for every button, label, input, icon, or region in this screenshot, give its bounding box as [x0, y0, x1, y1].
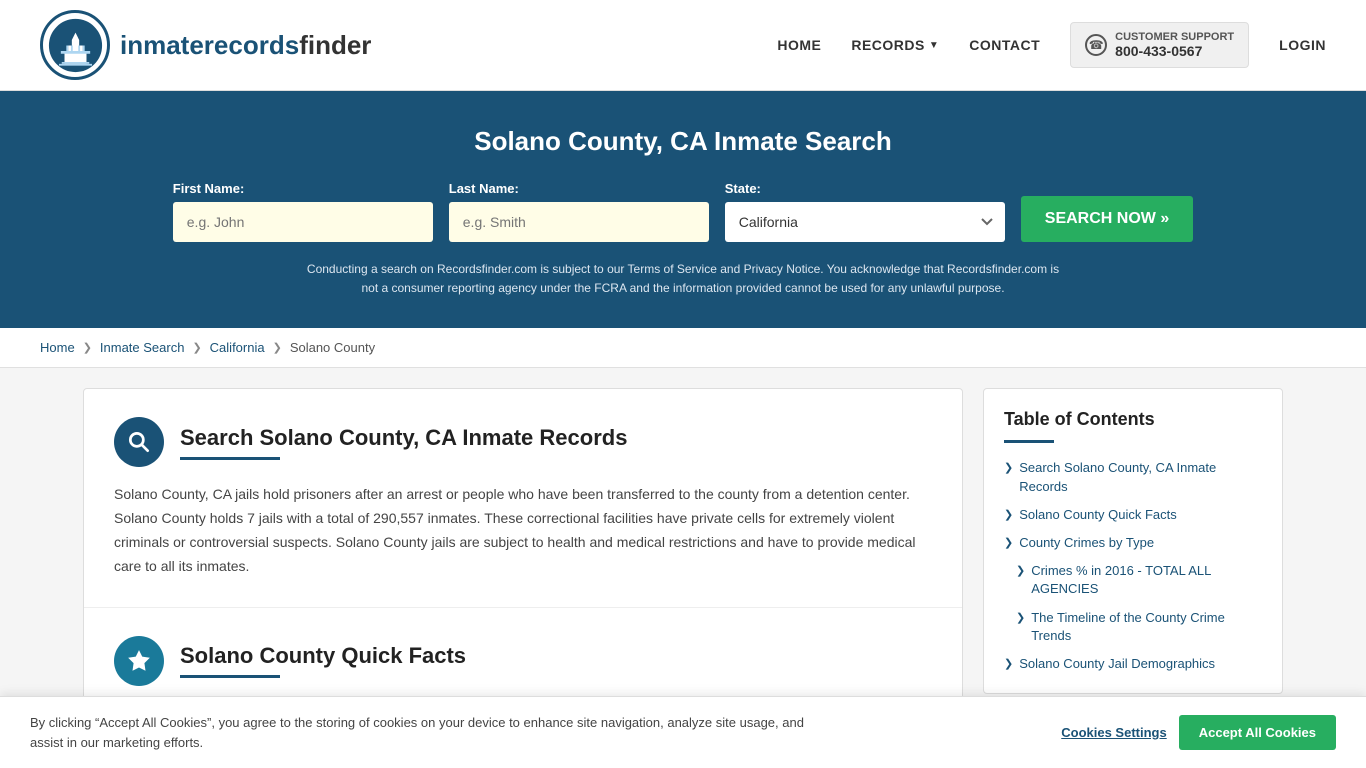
section-title-area-1: Search Solano County, CA Inmate Records [180, 425, 627, 460]
first-name-label: First Name: [173, 181, 245, 196]
toc-item-1: ❯ Search Solano County, CA Inmate Record… [1004, 459, 1262, 495]
breadcrumb-inmate-search[interactable]: Inmate Search [100, 340, 185, 355]
toc-link-1[interactable]: Search Solano County, CA Inmate Records [1019, 459, 1262, 495]
chevron-right-icon: ❯ [1016, 564, 1025, 577]
logo-text: inmaterecordsfinder [120, 30, 371, 61]
hero-disclaimer: Conducting a search on Recordsfinder.com… [303, 260, 1063, 298]
toc-item-6: ❯ Solano County Jail Demographics [1004, 655, 1262, 673]
nav-contact[interactable]: CONTACT [969, 37, 1040, 53]
breadcrumb-current: Solano County [290, 340, 375, 355]
logo-icon [40, 10, 110, 80]
title-underline-2 [180, 675, 280, 678]
nav-records[interactable]: RECORDS ▼ [851, 37, 939, 53]
toc-item-3: ❯ County Crimes by Type [1004, 534, 1262, 552]
breadcrumb-sep-1: ❯ [83, 341, 92, 354]
toc-item-5: ❯ The Timeline of the County Crime Trend… [1004, 609, 1262, 645]
site-header: inmaterecordsfinder HOME RECORDS ▼ CONTA… [0, 0, 1366, 91]
breadcrumb-california[interactable]: California [210, 340, 265, 355]
hero-section: Solano County, CA Inmate Search First Na… [0, 91, 1366, 328]
breadcrumb-sep-2: ❯ [192, 341, 201, 354]
search-section-icon [114, 417, 164, 467]
phone-icon: ☎ [1085, 34, 1107, 56]
last-name-label: Last Name: [449, 181, 519, 196]
toc-link-5[interactable]: The Timeline of the County Crime Trends [1031, 609, 1262, 645]
section-title-area-2: Solano County Quick Facts [180, 643, 466, 678]
page-title: Solano County, CA Inmate Search [40, 126, 1326, 157]
toc-item-4: ❯ Crimes % in 2016 - TOTAL ALL AGENCIES [1004, 562, 1262, 598]
section-header-1: Search Solano County, CA Inmate Records [114, 417, 932, 467]
chevron-down-icon: ▼ [929, 40, 939, 51]
content-area: Search Solano County, CA Inmate Records … [83, 388, 963, 730]
main-container: Search Solano County, CA Inmate Records … [43, 388, 1323, 730]
quick-facts-icon [114, 636, 164, 686]
cookie-text: By clicking “Accept All Cookies”, you ag… [30, 713, 830, 752]
customer-support-box: ☎ CUSTOMER SUPPORT 800-433-0567 [1070, 22, 1249, 68]
state-group: State: AlabamaAlaskaArizonaArkansas Cali… [725, 181, 1005, 242]
toc-list: ❯ Search Solano County, CA Inmate Record… [1004, 459, 1262, 673]
title-underline-1 [180, 457, 280, 460]
section-body-1: Solano County, CA jails hold prisoners a… [114, 483, 932, 578]
nav-home[interactable]: HOME [777, 37, 821, 53]
main-nav: HOME RECORDS ▼ CONTACT ☎ CUSTOMER SUPPOR… [777, 22, 1326, 68]
breadcrumb-sep-3: ❯ [273, 341, 282, 354]
sidebar-toc: Table of Contents ❯ Search Solano County… [983, 388, 1283, 694]
section-header-2: Solano County Quick Facts [114, 636, 932, 686]
chevron-right-icon: ❯ [1004, 536, 1013, 549]
cookie-settings-button[interactable]: Cookies Settings [1061, 715, 1166, 750]
state-select[interactable]: AlabamaAlaskaArizonaArkansas CaliforniaC… [725, 202, 1005, 242]
chevron-right-icon: ❯ [1004, 657, 1013, 670]
section-title-2: Solano County Quick Facts [180, 643, 466, 669]
breadcrumb-home[interactable]: Home [40, 340, 75, 355]
section-title-1: Search Solano County, CA Inmate Records [180, 425, 627, 451]
breadcrumb: Home ❯ Inmate Search ❯ California ❯ Sola… [0, 328, 1366, 368]
toc-link-2[interactable]: Solano County Quick Facts [1019, 506, 1177, 524]
cookie-buttons: Cookies Settings Accept All Cookies [1061, 715, 1336, 750]
toc-link-4[interactable]: Crimes % in 2016 - TOTAL ALL AGENCIES [1031, 562, 1262, 598]
chevron-right-icon: ❯ [1016, 611, 1025, 624]
login-button[interactable]: LOGIN [1279, 37, 1326, 53]
search-button[interactable]: SEARCH NOW » [1021, 196, 1193, 242]
last-name-input[interactable] [449, 202, 709, 242]
first-name-group: First Name: [173, 181, 433, 242]
toc-link-3[interactable]: County Crimes by Type [1019, 534, 1154, 552]
toc-title: Table of Contents [1004, 409, 1262, 430]
accept-cookies-button[interactable]: Accept All Cookies [1179, 715, 1336, 750]
chevron-right-icon: ❯ [1004, 461, 1013, 474]
first-name-input[interactable] [173, 202, 433, 242]
cookie-banner: By clicking “Accept All Cookies”, you ag… [0, 696, 1366, 768]
logo-area: inmaterecordsfinder [40, 10, 371, 80]
inmate-records-section: Search Solano County, CA Inmate Records … [84, 389, 962, 607]
search-form: First Name: Last Name: State: AlabamaAla… [40, 181, 1326, 242]
last-name-group: Last Name: [449, 181, 709, 242]
chevron-right-icon: ❯ [1004, 508, 1013, 521]
toc-link-6[interactable]: Solano County Jail Demographics [1019, 655, 1215, 673]
toc-divider [1004, 440, 1054, 443]
state-label: State: [725, 181, 761, 196]
toc-item-2: ❯ Solano County Quick Facts [1004, 506, 1262, 524]
support-info: CUSTOMER SUPPORT 800-433-0567 [1115, 31, 1234, 59]
